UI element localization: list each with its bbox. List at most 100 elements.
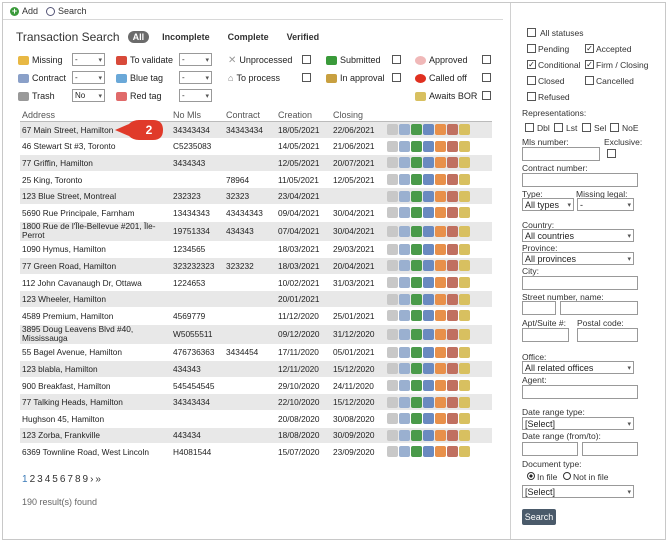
- street-number-input[interactable]: [522, 301, 556, 315]
- print-icon[interactable]: [423, 260, 434, 272]
- firm-checkbox[interactable]: ✓: [585, 60, 594, 69]
- signal-icon[interactable]: [435, 207, 446, 219]
- status-icon[interactable]: [447, 413, 458, 425]
- edit-icon[interactable]: [459, 346, 470, 358]
- signal-icon[interactable]: [435, 140, 446, 152]
- document-icon[interactable]: [387, 429, 398, 441]
- email-icon[interactable]: [411, 157, 422, 169]
- edit-icon[interactable]: [459, 446, 470, 458]
- col-closing[interactable]: Closing: [333, 110, 363, 120]
- print-icon[interactable]: [423, 124, 434, 136]
- email-icon[interactable]: [411, 363, 422, 375]
- document-icon[interactable]: [387, 225, 398, 237]
- document-icon[interactable]: [387, 310, 398, 322]
- status-icon[interactable]: [447, 380, 458, 392]
- print-icon[interactable]: [423, 446, 434, 458]
- print-icon[interactable]: [423, 380, 434, 392]
- document-icon[interactable]: [387, 293, 398, 305]
- status-icon[interactable]: [447, 446, 458, 458]
- document-icon[interactable]: [387, 207, 398, 219]
- next-page[interactable]: ›: [90, 474, 93, 485]
- document-icon[interactable]: [387, 346, 398, 358]
- status-icon[interactable]: [447, 277, 458, 289]
- page-7[interactable]: 7: [67, 474, 73, 485]
- table-row[interactable]: 112 John Cavanaugh Dr, Ottawa 1224653 10/0…: [20, 275, 492, 292]
- status-icon[interactable]: [447, 207, 458, 219]
- filter-pill-incomplete[interactable]: Incomplete: [157, 31, 215, 43]
- page-5[interactable]: 5: [52, 474, 58, 485]
- cell-address[interactable]: 77 Griffin, Hamilton: [22, 158, 172, 168]
- signal-icon[interactable]: [435, 380, 446, 392]
- cell-address[interactable]: 46 Stewart St #3, Toronto: [22, 141, 172, 151]
- cell-address[interactable]: 55 Bagel Avenue, Hamilton: [22, 347, 172, 357]
- conditional-checkbox[interactable]: ✓: [527, 60, 536, 69]
- filter-pill-complete[interactable]: Complete: [223, 31, 274, 43]
- cell-address[interactable]: 900 Breakfast, Hamilton: [22, 381, 172, 391]
- date-range-type-select[interactable]: [Select]: [522, 417, 634, 430]
- status-icon[interactable]: [447, 293, 458, 305]
- print-icon[interactable]: [423, 140, 434, 152]
- signal-icon[interactable]: [435, 413, 446, 425]
- note-icon[interactable]: [399, 413, 410, 425]
- edit-icon[interactable]: [459, 293, 470, 305]
- document-icon[interactable]: [387, 328, 398, 340]
- status-icon[interactable]: [447, 310, 458, 322]
- note-icon[interactable]: [399, 157, 410, 169]
- table-row[interactable]: 25 King, Toronto 78964 11/05/2021 12/05/202…: [20, 172, 492, 189]
- status-icon[interactable]: [447, 174, 458, 186]
- edit-icon[interactable]: [459, 207, 470, 219]
- email-icon[interactable]: [411, 396, 422, 408]
- edit-icon[interactable]: [459, 310, 470, 322]
- status-icon[interactable]: [447, 363, 458, 375]
- signal-icon[interactable]: [435, 396, 446, 408]
- note-icon[interactable]: [399, 346, 410, 358]
- print-icon[interactable]: [423, 293, 434, 305]
- table-row[interactable]: 67 Main Street, Hamilton 34343434 34343434…: [20, 122, 492, 139]
- cell-address[interactable]: 112 John Cavanaugh Dr, Ottawa: [22, 278, 172, 288]
- table-row[interactable]: 77 Talking Heads, Hamilton 34343434 22/10/…: [20, 394, 492, 411]
- missing-select[interactable]: -: [72, 53, 105, 66]
- edit-icon[interactable]: [459, 413, 470, 425]
- to-validate-select[interactable]: -: [179, 53, 212, 66]
- awaits-bor-checkbox[interactable]: [482, 91, 491, 100]
- col-creation[interactable]: Creation: [278, 110, 312, 120]
- contract-number-input[interactable]: [522, 173, 638, 187]
- table-row[interactable]: 123 Wheeler, Hamilton 20/01/2021: [20, 291, 492, 308]
- table-row[interactable]: 6369 Townline Road, West Lincoln H4081544…: [20, 444, 492, 461]
- status-icon[interactable]: [447, 429, 458, 441]
- email-icon[interactable]: [411, 446, 422, 458]
- email-icon[interactable]: [411, 174, 422, 186]
- cancelled-checkbox[interactable]: [585, 76, 594, 85]
- status-icon[interactable]: [447, 124, 458, 136]
- pending-checkbox[interactable]: [527, 44, 536, 53]
- document-icon[interactable]: [387, 277, 398, 289]
- print-icon[interactable]: [423, 190, 434, 202]
- note-icon[interactable]: [399, 380, 410, 392]
- edit-icon[interactable]: [459, 124, 470, 136]
- rep-dbl-checkbox[interactable]: [525, 123, 534, 132]
- in-approval-checkbox[interactable]: [392, 73, 401, 82]
- submitted-checkbox[interactable]: [392, 55, 401, 64]
- signal-icon[interactable]: [435, 363, 446, 375]
- filter-pill-verified[interactable]: Verified: [282, 31, 325, 43]
- print-icon[interactable]: [423, 363, 434, 375]
- signal-icon[interactable]: [435, 446, 446, 458]
- edit-icon[interactable]: [459, 243, 470, 255]
- table-row[interactable]: 77 Griffin, Hamilton 3434343 12/05/2021 20/…: [20, 155, 492, 172]
- type-select[interactable]: All types: [522, 198, 574, 211]
- status-icon[interactable]: [447, 328, 458, 340]
- print-icon[interactable]: [423, 207, 434, 219]
- status-icon[interactable]: [447, 140, 458, 152]
- status-icon[interactable]: [447, 260, 458, 272]
- note-icon[interactable]: [399, 140, 410, 152]
- document-icon[interactable]: [387, 124, 398, 136]
- office-select[interactable]: All related offices: [522, 361, 634, 374]
- page-1[interactable]: 1: [22, 474, 28, 485]
- document-icon[interactable]: [387, 260, 398, 272]
- contract-select[interactable]: -: [72, 71, 105, 84]
- document-type-select[interactable]: [Select]: [522, 485, 634, 498]
- cell-address[interactable]: 1800 Rue de l'Île-Bellevue #201, Île-Per…: [22, 222, 172, 240]
- print-icon[interactable]: [423, 243, 434, 255]
- search-toolbar-button[interactable]: Search: [46, 6, 87, 16]
- cell-address[interactable]: 25 King, Toronto: [22, 175, 172, 185]
